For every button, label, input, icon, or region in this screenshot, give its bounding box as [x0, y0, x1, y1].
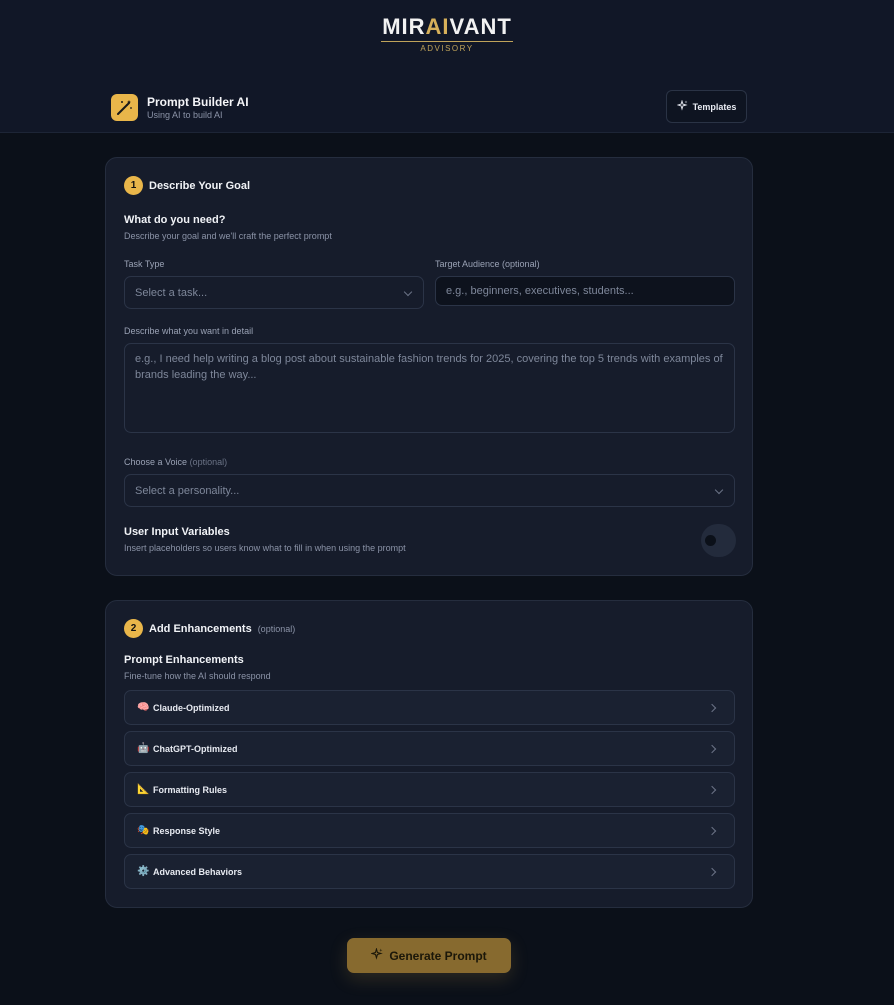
chevron-down-icon [714, 485, 724, 495]
chevron-down-icon [403, 287, 413, 297]
templates-label: Templates [692, 101, 737, 112]
step-2-badge: 2 [124, 619, 143, 638]
chevron-right-icon [707, 744, 717, 754]
enhancement-label: Formatting Rules [153, 784, 228, 795]
app-title: Prompt Builder AI [147, 95, 249, 109]
brand-wordmark: MIRAIVANT [381, 14, 513, 42]
step-1-badge: 1 [124, 176, 143, 195]
enhancement-advanced-behaviors[interactable]: ⚙️ Advanced Behaviors [124, 854, 735, 889]
prompt-enhancements-desc: Fine-tune how the AI should respond [124, 671, 271, 681]
generate-prompt-label: Generate Prompt [389, 948, 487, 963]
describe-goal-card: 1 Describe Your Goal What do you need? D… [105, 157, 753, 576]
enhancement-label: Response Style [153, 825, 221, 836]
brand-logo: MIRAIVANT ADVISORY [0, 14, 894, 53]
generate-prompt-button[interactable]: Generate Prompt [347, 938, 511, 973]
enhancement-formatting-rules[interactable]: 📐 Formatting Rules [124, 772, 735, 807]
enhancements-card: 2 Add Enhancements (optional) Prompt Enha… [105, 600, 753, 908]
target-audience-placeholder: e.g., beginners, executives, students... [446, 285, 634, 297]
app-subtitle: Using AI to build AI [147, 110, 223, 120]
detail-textarea[interactable]: e.g., I need help writing a blog post ab… [124, 343, 735, 433]
enhancement-response-style[interactable]: 🎭 Response Style [124, 813, 735, 848]
voice-value: Select a personality... [135, 484, 240, 497]
enhancement-label: Advanced Behaviors [153, 866, 243, 877]
enhancement-chatgpt-optimized[interactable]: 🤖 ChatGPT-Optimized [124, 731, 735, 766]
step-2-title-text: Add Enhancements [149, 623, 252, 635]
what-do-you-need-heading: What do you need? [124, 214, 226, 226]
toggle-knob [705, 535, 716, 546]
task-type-select[interactable]: Select a task... [124, 276, 424, 309]
brand-text-ai: AI [425, 14, 450, 39]
prompt-enhancements-heading: Prompt Enhancements [124, 654, 244, 666]
enhancement-claude-optimized[interactable]: 🧠 Claude-Optimized [124, 690, 735, 725]
chevron-right-icon [707, 785, 717, 795]
brand-text-pre: MIR [382, 14, 426, 39]
user-input-variables-desc: Insert placeholders so users know what t… [124, 543, 406, 553]
sparkles-icon [675, 99, 688, 113]
what-do-you-need-desc: Describe your goal and we'll craft the p… [124, 231, 332, 241]
task-type-value: Select a task... [135, 286, 208, 299]
step-1-title: Describe Your Goal [149, 180, 251, 192]
templates-button[interactable]: Templates [666, 90, 747, 123]
user-input-variables-heading: User Input Variables [124, 526, 230, 538]
voice-label: Choose a Voice (optional) [124, 457, 227, 467]
brand-text-post: VANT [449, 14, 512, 39]
magic-wand-icon [111, 94, 138, 121]
voice-label-text: Choose a Voice [124, 457, 188, 467]
sparkles-icon [370, 947, 384, 963]
chevron-right-icon [707, 867, 717, 877]
step-2-optional-tag: (optional) [257, 624, 296, 634]
voice-select[interactable]: Select a personality... [124, 474, 735, 507]
top-header: MIRAIVANT ADVISORY Prompt Builder AI Usi… [0, 0, 894, 133]
detail-placeholder: e.g., I need help writing a blog post ab… [135, 353, 723, 381]
chevron-right-icon [707, 703, 717, 713]
brain-icon: 🧠 [137, 702, 150, 713]
brand-subtitle: ADVISORY [420, 44, 474, 53]
enhancement-label: ChatGPT-Optimized [153, 743, 238, 754]
target-audience-input[interactable]: e.g., beginners, executives, students... [435, 276, 735, 306]
task-type-label: Task Type [124, 259, 165, 269]
chevron-right-icon [707, 826, 717, 836]
robot-icon: 🤖 [137, 743, 150, 754]
theater-masks-icon: 🎭 [137, 825, 150, 836]
gear-icon: ⚙️ [137, 866, 150, 877]
target-audience-label: Target Audience (optional) [435, 259, 540, 269]
detail-label: Describe what you want in detail [124, 326, 254, 336]
user-input-variables-toggle[interactable] [701, 524, 736, 557]
enhancement-label: Claude-Optimized [153, 702, 230, 713]
voice-optional-tag: (optional) [189, 457, 228, 467]
step-2-title: Add Enhancements (optional) [149, 623, 295, 635]
triangle-ruler-icon: 📐 [137, 784, 150, 795]
